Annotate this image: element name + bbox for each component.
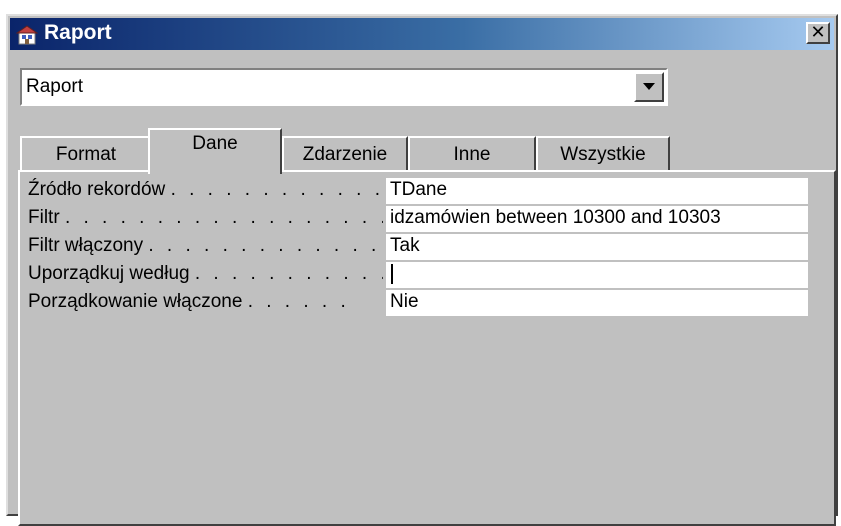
tab-zdarzenie[interactable]: Zdarzenie	[282, 136, 408, 172]
dropdown-button[interactable]	[634, 72, 664, 102]
order-by-on-field[interactable]: Nie	[386, 290, 808, 316]
chevron-down-icon	[643, 83, 655, 90]
report-properties-icon	[16, 25, 38, 45]
property-label: Filtr . . . . . . . . . . . . . . . . . …	[28, 207, 383, 228]
property-label: Filtr włączony . . . . . . . . . . . . .…	[28, 235, 383, 256]
property-row-filter: Filtr . . . . . . . . . . . . . . . . . …	[28, 206, 814, 232]
properties-window: Raport ✕ Raport Format Dane Zdarzenie In…	[6, 14, 838, 526]
filter-field[interactable]: idzamówien between 10300 and 10303	[386, 206, 808, 232]
order-by-field[interactable]	[386, 262, 808, 288]
object-selector-value: Raport	[26, 76, 84, 97]
tab-format[interactable]: Format	[20, 136, 152, 172]
close-button[interactable]: ✕	[806, 22, 830, 44]
tab-label: Inne	[453, 144, 491, 165]
property-label: Porządkowanie włączone . . . . . .	[28, 291, 350, 312]
tab-dane[interactable]: Dane	[148, 128, 282, 174]
property-row-filter-on: Filtr włączony . . . . . . . . . . . . .…	[28, 234, 814, 260]
property-row-order-by: Uporządkuj według . . . . . . . . . . .	[28, 262, 814, 288]
tab-label: Zdarzenie	[302, 144, 388, 165]
window-title: Raport	[44, 21, 112, 44]
close-icon: ✕	[810, 22, 826, 42]
tab-label: Wszystkie	[560, 144, 646, 165]
text-caret	[391, 263, 393, 284]
tab-label: Format	[55, 144, 117, 165]
tab-inne[interactable]: Inne	[408, 136, 536, 172]
record-source-field[interactable]: TDane	[386, 178, 808, 204]
property-row-order-by-on: Porządkowanie włączone . . . . . . Nie	[28, 290, 814, 316]
properties-panel: Źródło rekordów . . . . . . . . . . . . …	[18, 170, 836, 526]
title-bar[interactable]: Raport ✕	[10, 18, 834, 50]
filter-on-field[interactable]: Tak	[386, 234, 808, 260]
property-label: Źródło rekordów . . . . . . . . . . . .	[28, 179, 383, 200]
object-selector-combo[interactable]: Raport	[20, 68, 668, 106]
tab-label: Dane	[192, 133, 238, 154]
property-label: Uporządkuj według . . . . . . . . . . .	[28, 263, 383, 284]
tab-wszystkie[interactable]: Wszystkie	[536, 136, 670, 172]
property-row-record-source: Źródło rekordów . . . . . . . . . . . . …	[28, 178, 814, 204]
